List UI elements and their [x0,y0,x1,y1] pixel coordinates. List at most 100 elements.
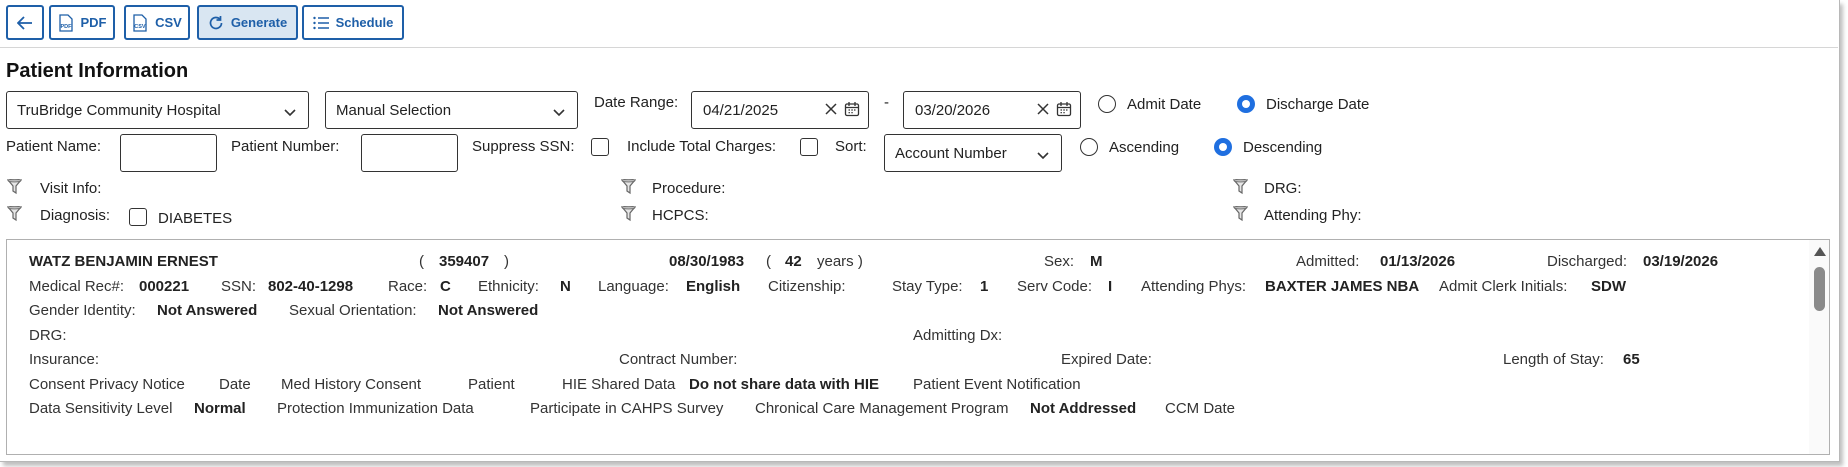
stay-type-value: 1 [980,278,989,295]
selection-mode-select[interactable]: Manual Selection [325,91,578,129]
chevron-down-icon [284,104,296,121]
admit-clerk-value: SDW [1591,278,1626,295]
descending-radio[interactable] [1214,138,1232,156]
sexual-orientation-label: Sexual Orientation: [289,302,417,319]
pdf-label: PDF [80,15,107,30]
sort-select[interactable]: Account Number [884,134,1062,172]
chevron-down-icon [1037,147,1049,164]
facility-value: TruBridge Community Hospital [17,101,221,119]
include-total-charges-label: Include Total Charges: [627,138,776,155]
date-from-value: 04/21/2025 [703,101,779,119]
attending-label: Attending Phys: [1141,278,1247,295]
funnel-icon[interactable] [1232,178,1249,200]
admitted-label: Admitted: [1296,253,1360,270]
drg-filter-label: DRG: [1264,180,1302,197]
ethnicity-value: N [560,278,571,295]
patient-age: 42 [785,253,802,270]
generate-button[interactable]: Generate [197,5,298,40]
language-label: Language: [598,278,669,295]
discharge-date-radio[interactable] [1237,95,1255,113]
admit-date-radio[interactable] [1098,95,1116,113]
contract-number-label: Contract Number: [619,351,738,368]
discharged-value: 03/19/2026 [1643,253,1719,270]
back-button[interactable] [6,5,44,40]
stay-type-label: Stay Type: [892,278,963,295]
sex-label: Sex: [1044,253,1075,270]
gender-identity-label: Gender Identity: [29,302,136,319]
patient-number-input[interactable] [361,134,458,172]
ascending-radio[interactable] [1080,138,1098,156]
hie-shared-label: HIE Shared Data [562,376,676,393]
pdf-button[interactable]: PDF PDF [49,5,115,40]
patient-number: 359407 [439,253,490,270]
schedule-button[interactable]: Schedule [302,5,404,40]
discharge-date-label: Discharge Date [1266,96,1370,113]
funnel-icon[interactable] [620,205,637,227]
ccm-date-label: CCM Date [1165,400,1236,417]
language-value: English [686,278,741,295]
clear-x-icon[interactable] [824,102,838,120]
patient-name: WATZ BENJAMIN ERNEST [29,253,218,270]
page-title: Patient Information [6,60,189,82]
ascending-label: Ascending [1109,139,1180,156]
race-label: Race: [388,278,428,295]
svg-text:PDF: PDF [60,24,72,30]
date-range-label: Date Range: [594,94,679,111]
suppress-ssn-label: Suppress SSN: [472,138,575,155]
protection-immunization-label: Protection Immunization Data [277,400,474,417]
funnel-icon[interactable] [1232,205,1249,227]
patient-details-panel: WATZ BENJAMIN ERNEST ( 359407 ) 08/30/19… [6,239,1830,455]
arrow-left-icon [17,15,33,30]
ethnicity-label: Ethnicity: [478,278,539,295]
funnel-icon[interactable] [6,178,23,200]
scrollbar-thumb[interactable] [1814,267,1825,311]
suppress-ssn-checkbox[interactable] [591,138,609,156]
los-label: Length of Stay: [1503,351,1604,368]
patient-dob: 08/30/1983 [669,253,745,270]
admit-clerk-label: Admit Clerk Initials: [1439,278,1568,295]
csv-file-icon: CSV [132,13,148,32]
scroll-up-arrow-icon[interactable] [1814,247,1826,256]
list-icon [312,16,329,30]
mrn-label: Medical Rec#: [29,278,125,295]
data-sensitivity-value: Normal [194,400,246,417]
funnel-icon[interactable] [6,205,23,227]
los-value: 65 [1623,351,1640,368]
diabetes-label: DIABETES [158,210,233,227]
race-value: C [440,278,451,295]
clear-x-icon[interactable] [1036,102,1050,120]
attending-phy-label: Attending Phy: [1264,207,1362,224]
patient-number-label: Patient Number: [231,138,340,155]
facility-select[interactable]: TruBridge Community Hospital [6,91,309,129]
calendar-icon[interactable] [844,101,860,121]
paren-close: ) [504,253,509,270]
date-separator: - [884,94,889,111]
diagnosis-label: Diagnosis: [40,207,111,224]
patient-name-label: Patient Name: [6,138,102,155]
patient-label: Patient [468,376,515,393]
include-total-charges-checkbox[interactable] [800,138,818,156]
patient-name-input[interactable] [120,134,217,172]
ccm-program-value: Not Addressed [1030,400,1137,417]
descending-label: Descending [1243,139,1323,156]
panel-scrollbar[interactable] [1809,240,1829,454]
calendar-icon[interactable] [1056,101,1072,121]
date-from-input[interactable]: 04/21/2025 [691,91,869,129]
admit-date-label: Admit Date [1127,96,1202,113]
csv-button[interactable]: CSV CSV [124,5,190,40]
drg-label: DRG: [29,327,67,344]
serv-code-label: Serv Code: [1017,278,1093,295]
med-history-consent-label: Med History Consent [281,376,422,393]
patient-event-label: Patient Event Notification [913,376,1081,393]
data-sensitivity-label: Data Sensitivity Level [29,400,173,417]
sort-label: Sort: [835,138,867,155]
attending-value: BAXTER JAMES NBA [1265,278,1420,295]
date-to-input[interactable]: 03/20/2026 [903,91,1081,129]
consent-privacy-label: Consent Privacy Notice [29,376,185,393]
pdf-file-icon: PDF [58,13,74,32]
generate-label: Generate [230,15,288,30]
funnel-icon[interactable] [620,178,637,200]
expired-date-label: Expired Date: [1061,351,1152,368]
diabetes-checkbox[interactable] [129,208,147,226]
toolbar: PDF PDF CSV CSV Generate Schedule [0,0,1838,48]
